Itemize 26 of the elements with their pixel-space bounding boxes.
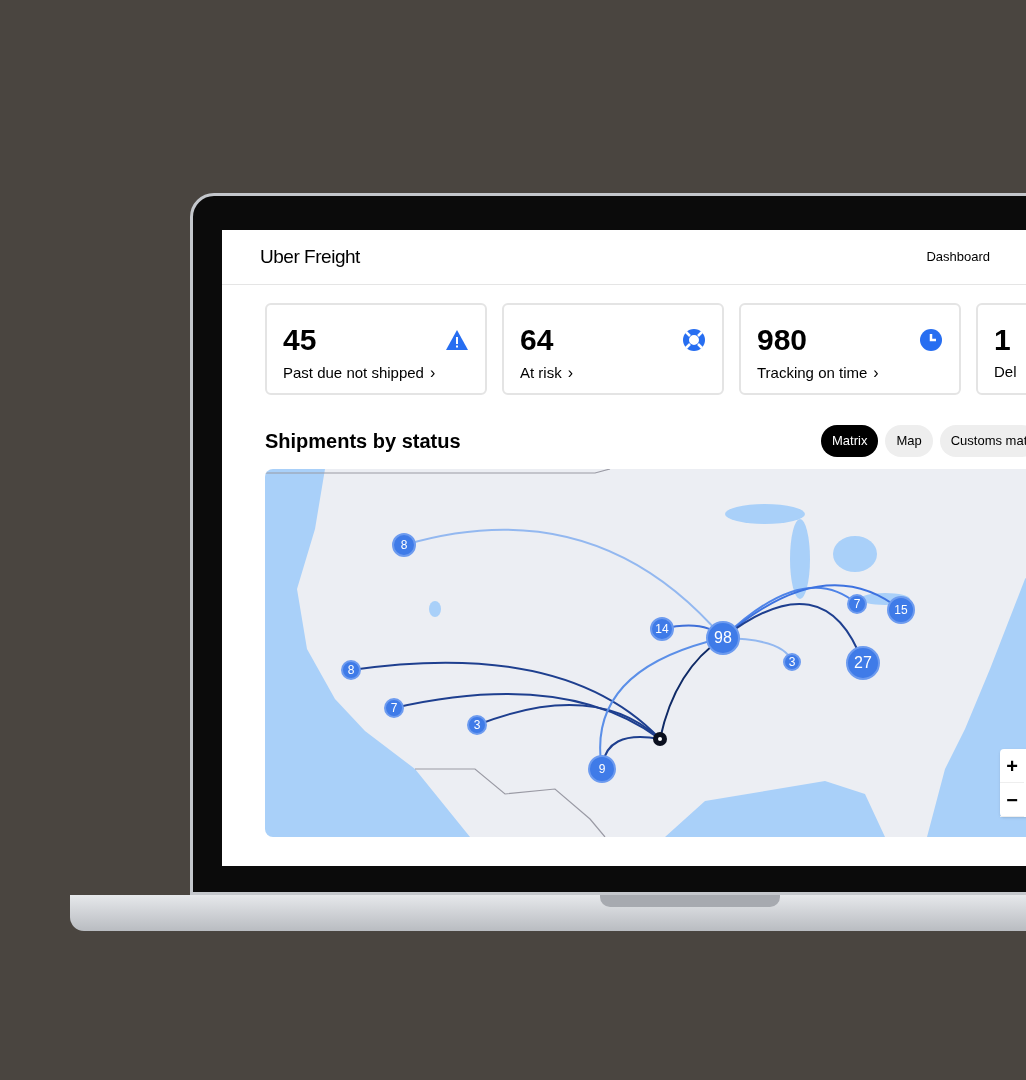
section-title: Shipments by status: [265, 430, 461, 452]
zoom-button[interactable]: +: [1000, 749, 1024, 783]
stat-value: 980: [757, 323, 808, 357]
view-tab[interactable]: Map: [885, 425, 933, 457]
chevron: ›: [429, 363, 436, 383]
stat-card[interactable]: 45 Past due not shipped ›: [265, 303, 487, 395]
nav-link[interactable]: Dashboard: [926, 247, 990, 267]
stat-label: At risk: [520, 362, 562, 383]
stat-value: 1: [994, 323, 1011, 357]
lifebuoy-icon: [682, 328, 706, 352]
stat-card[interactable]: 980 Tracking on time ›: [739, 303, 961, 395]
clock-icon: [919, 328, 943, 352]
map[interactable]: 8 7 15 14 98 8 3 27 7 3 9 + −: [265, 469, 1026, 837]
stat-value: 64: [520, 323, 554, 357]
chevron: ›: [873, 363, 879, 383]
stat-label: Past due not shipped: [283, 362, 424, 383]
stat-value: 45: [283, 323, 317, 357]
stat-label: Tracking on time: [757, 362, 868, 383]
stat-card[interactable]: 64 At risk ›: [502, 303, 724, 395]
chevron: ›: [567, 363, 573, 383]
stat-label: Del: [994, 362, 1017, 382]
logo[interactable]: Uber Freight: [260, 242, 360, 272]
warning-icon: [445, 329, 469, 351]
stat-card[interactable]: 1 Del: [976, 303, 1026, 395]
view-tab[interactable]: Matrix: [821, 425, 879, 457]
zoom-button[interactable]: −: [1000, 783, 1024, 817]
